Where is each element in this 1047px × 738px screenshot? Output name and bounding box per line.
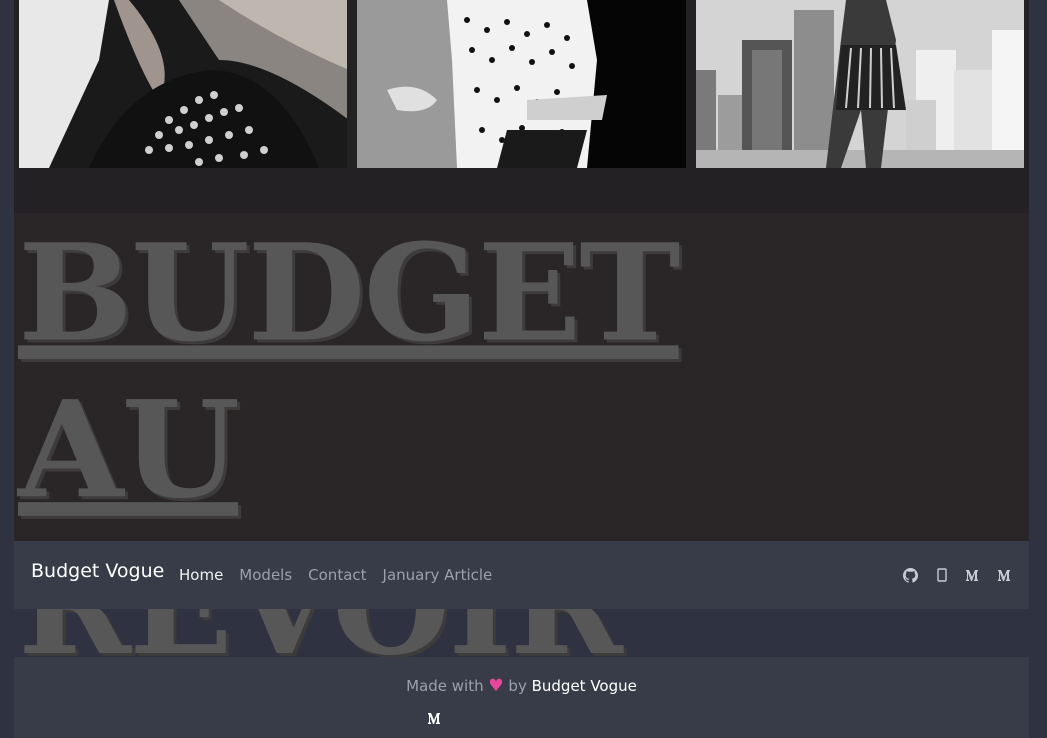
made-with-text: Made with [406, 677, 484, 695]
medium-icon[interactable] [997, 567, 1015, 583]
heart-icon: ♥ [488, 676, 504, 696]
nav-link-home[interactable]: Home [179, 566, 223, 584]
footer-credit: Made with ♥ by Budget Vogue [14, 676, 1029, 696]
mobile-icon[interactable] [933, 567, 951, 583]
nav-link-contact[interactable]: Contact [308, 566, 366, 584]
by-text: by [508, 677, 527, 695]
gallery-photo-3 [696, 0, 1024, 168]
nav-links: Home Models Contact January Article [179, 566, 492, 584]
hero-banner: BUDGET AU REVOIR [14, 213, 1029, 685]
photo-gallery [19, 0, 1024, 168]
gallery-photo-1 [19, 0, 347, 168]
hero-title: BUDGET AU REVOIR [18, 215, 681, 685]
page-footer: Made with ♥ by Budget Vogue [14, 657, 1029, 738]
gallery-photo-2 [357, 0, 686, 168]
nav-link-models[interactable]: Models [239, 566, 292, 584]
medium-icon[interactable] [428, 710, 444, 729]
social-links [901, 567, 1015, 583]
nav-link-january-article[interactable]: January Article [383, 566, 493, 584]
footer-author-link[interactable]: Budget Vogue [532, 677, 637, 695]
brand-link[interactable]: Budget Vogue [31, 560, 164, 582]
medium-icon[interactable] [965, 567, 983, 583]
main-navbar: Budget Vogue Home Models Contact January… [14, 541, 1029, 609]
github-icon[interactable] [901, 567, 919, 583]
